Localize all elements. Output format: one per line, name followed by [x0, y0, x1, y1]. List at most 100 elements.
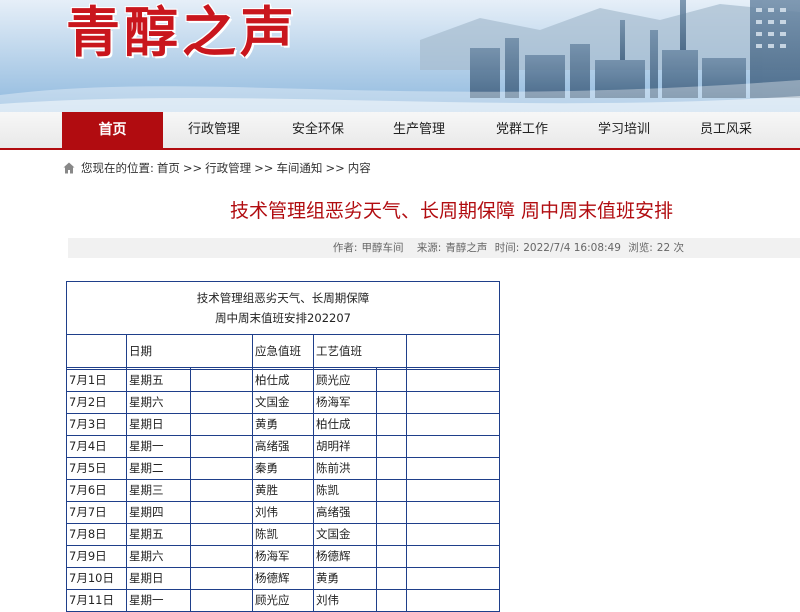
process-duty-cell: 陈凯	[313, 479, 377, 502]
emergency-duty-cell: 高绪强	[252, 435, 314, 458]
weekday-cell: 星期二	[126, 457, 191, 480]
nav-item-party[interactable]: 党群工作	[476, 112, 568, 148]
breadcrumb-sep: >>	[182, 161, 203, 175]
author-value: 甲醇车间	[361, 242, 404, 254]
empty-cell	[190, 391, 253, 414]
row-leading-cell: 7月7日	[66, 501, 127, 524]
header-cell	[405, 334, 501, 368]
weekday-cell: 星期日	[126, 567, 191, 590]
empty-cell	[190, 457, 253, 480]
empty-cell	[405, 391, 501, 414]
article-meta: 作者: 甲醇车间 来源: 青醇之声 时间: 2022/7/4 16:08:49 浏览:…	[68, 238, 800, 258]
views-value: 22 次	[656, 242, 684, 254]
breadcrumb-prefix: 您现在的位置:	[81, 161, 154, 175]
weekday-cell: 星期六	[126, 545, 191, 568]
row-leading-cell: 7月3日	[66, 413, 127, 436]
header-cell	[66, 334, 127, 368]
empty-cell	[376, 567, 407, 590]
empty-cell	[376, 523, 407, 546]
empty-cell	[190, 369, 253, 392]
table-row: 7月5日 星期二 秦勇 陈前洪	[66, 457, 501, 480]
duty-table-body: 7月1日 星期五 柏仕成 顾光应 7月2日 星期六 文国金 杨海军 7月3日 星期日 黄勇 柏仕成 7月…	[66, 369, 501, 612]
process-duty-cell: 陈前洪	[313, 457, 377, 480]
author-label: 作者:	[332, 242, 358, 254]
weekday-cell: 星期日	[126, 413, 191, 436]
source-label: 来源:	[416, 242, 442, 254]
breadcrumb-sep: >>	[254, 161, 274, 175]
emergency-duty-cell: 刘伟	[252, 501, 314, 524]
table-row: 7月6日 星期三 黄胜 陈凯	[66, 479, 501, 502]
duty-table: 技术管理组恶劣天气、长周期保障 周中周末值班安排202207 日期 应急值班 工…	[65, 281, 501, 612]
empty-cell	[190, 479, 253, 502]
nav-item-production[interactable]: 生产管理	[373, 112, 465, 148]
emergency-duty-cell: 文国金	[252, 391, 314, 414]
header-process-duty: 工艺值班	[313, 334, 407, 368]
table-row: 7月8日 星期五 陈凯 文国金	[66, 523, 501, 546]
caption-line-1: 技术管理组恶劣天气、长周期保障	[196, 291, 370, 305]
emergency-duty-cell: 柏仕成	[252, 369, 314, 392]
time-label: 时间:	[494, 242, 520, 254]
breadcrumb-home[interactable]: 首页	[157, 160, 180, 176]
site-title: 青醇之声	[66, 0, 298, 64]
weekday-cell: 星期三	[126, 479, 191, 502]
weekday-cell: 星期五	[126, 369, 191, 392]
views-label: 浏览:	[628, 242, 653, 254]
empty-cell	[405, 479, 501, 502]
process-duty-cell: 黄勇	[313, 567, 377, 590]
empty-cell	[376, 413, 407, 436]
emergency-duty-cell: 杨海军	[252, 545, 314, 568]
empty-cell	[190, 413, 253, 436]
breadcrumb-admin[interactable]: 行政管理	[205, 160, 251, 176]
empty-cell	[405, 435, 501, 458]
row-leading-cell: 7月1日	[66, 369, 127, 392]
empty-cell	[190, 523, 253, 546]
breadcrumb-sep: >>	[325, 161, 345, 175]
process-duty-cell: 杨德辉	[313, 545, 377, 568]
empty-cell	[190, 567, 253, 590]
table-caption-row: 技术管理组恶劣天气、长周期保障 周中周末值班安排202207	[65, 281, 501, 335]
empty-cell	[376, 479, 407, 502]
row-leading-cell: 7月9日	[66, 545, 127, 568]
row-leading-cell: 7月2日	[66, 391, 127, 414]
emergency-duty-cell: 黄勇	[252, 413, 314, 436]
weekday-cell: 星期一	[126, 435, 191, 458]
empty-cell	[376, 391, 407, 414]
empty-cell	[190, 501, 253, 524]
empty-cell	[376, 501, 407, 524]
table-row: 7月7日 星期四 刘伟 高绪强	[66, 501, 501, 524]
nav-item-safety[interactable]: 安全环保	[272, 112, 364, 148]
process-duty-cell: 高绪强	[313, 501, 377, 524]
empty-cell	[376, 545, 407, 568]
emergency-duty-cell: 秦勇	[252, 457, 314, 480]
row-leading-cell: 7月6日	[66, 479, 127, 502]
row-leading-cell: 7月10日	[66, 567, 127, 590]
weekday-cell: 星期四	[126, 501, 191, 524]
nav-item-home[interactable]: 首页	[62, 112, 163, 148]
process-duty-cell: 胡明祥	[313, 435, 377, 458]
empty-cell	[405, 501, 501, 524]
site-banner: 青醇之声	[0, 0, 800, 112]
time-value: 2022/7/4 16:08:49	[523, 242, 621, 254]
nav-item-staff[interactable]: 员工风采	[680, 112, 772, 148]
table-row: 7月2日 星期六 文国金 杨海军	[66, 391, 501, 414]
main-nav: 首页 行政管理 安全环保 生产管理 党群工作 学习培训 员工风采	[0, 112, 800, 150]
row-leading-cell: 7月5日	[66, 457, 127, 480]
empty-cell	[405, 523, 501, 546]
empty-cell	[405, 457, 501, 480]
weekday-cell: 星期六	[126, 391, 191, 414]
row-leading-cell: 7月8日	[66, 523, 127, 546]
table-row: 7月9日 星期六 杨海军 杨德辉	[66, 545, 501, 568]
empty-cell	[405, 369, 501, 392]
emergency-duty-cell: 陈凯	[252, 523, 314, 546]
empty-cell	[190, 545, 253, 568]
caption-line-2: 周中周末值班安排202207	[215, 311, 351, 325]
breadcrumb-notice[interactable]: 车间通知	[276, 160, 322, 176]
table-row: 7月10日 星期日 杨德辉 黄勇	[66, 567, 501, 590]
empty-cell	[190, 435, 253, 458]
nav-item-training[interactable]: 学习培训	[578, 112, 670, 148]
table-row: 7月4日 星期一 高绪强 胡明祥	[66, 435, 501, 458]
nav-item-admin[interactable]: 行政管理	[168, 112, 260, 148]
table-header-row: 日期 应急值班 工艺值班	[66, 334, 501, 368]
header-date: 日期	[126, 334, 253, 368]
table-row: 7月3日 星期日 黄勇 柏仕成	[66, 413, 501, 436]
